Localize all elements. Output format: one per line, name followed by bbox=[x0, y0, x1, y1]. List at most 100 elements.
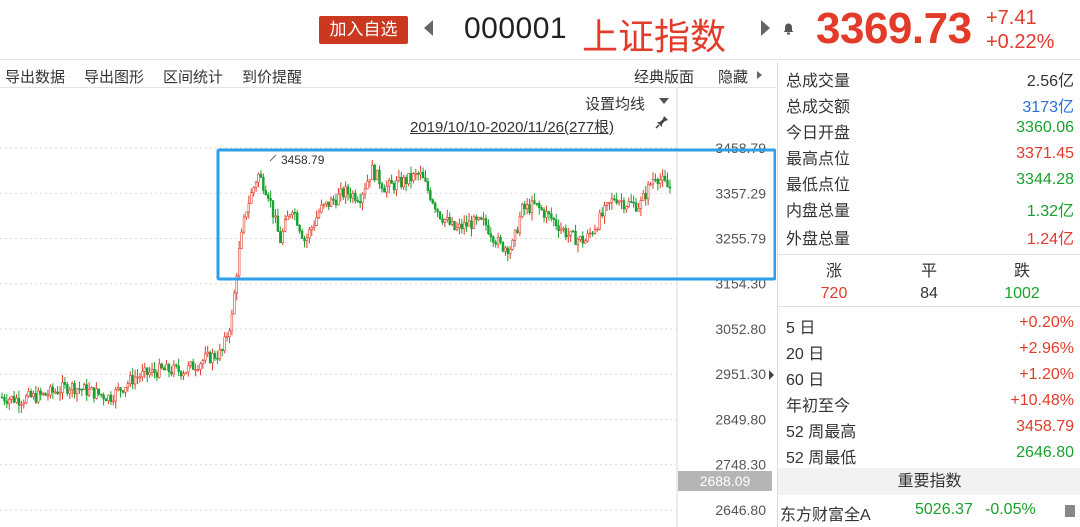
pin-icon[interactable] bbox=[655, 115, 669, 129]
candle-body bbox=[85, 384, 88, 396]
candle-body bbox=[654, 179, 657, 181]
alert-bell-icon[interactable] bbox=[783, 23, 794, 35]
candle-body bbox=[225, 336, 229, 338]
candle-body bbox=[177, 365, 180, 372]
candle-body bbox=[397, 176, 401, 182]
candle-body bbox=[104, 398, 108, 402]
add-to-watchlist-button[interactable]: 加入自选 bbox=[319, 16, 408, 44]
candle-body bbox=[455, 226, 459, 230]
candle-body bbox=[637, 208, 640, 212]
candle-body bbox=[533, 200, 536, 204]
candle-body bbox=[632, 201, 635, 204]
candle-body bbox=[56, 391, 59, 395]
period-label: 52 周最高 bbox=[786, 424, 857, 441]
candle-body bbox=[262, 177, 265, 191]
candle-body bbox=[162, 367, 166, 371]
candle-body bbox=[489, 233, 493, 238]
candle-body bbox=[129, 375, 132, 384]
candle-body bbox=[179, 371, 183, 377]
candle-body bbox=[237, 248, 241, 277]
candle-body bbox=[615, 199, 618, 204]
candle-body bbox=[358, 201, 362, 204]
candle-body bbox=[51, 386, 55, 393]
candle-body bbox=[494, 241, 497, 245]
quote-row: 外盘总量 1.24亿 bbox=[786, 222, 1074, 248]
candle-body bbox=[344, 186, 347, 198]
candle-body bbox=[421, 171, 425, 179]
candle-body bbox=[492, 236, 495, 243]
ma-dropdown-caret-icon[interactable] bbox=[659, 98, 669, 104]
candle-body bbox=[581, 235, 585, 244]
quote-header: 加入自选 000001 上证指数 3369.73 +7.41 +0.22% bbox=[0, 0, 1080, 60]
candle-body bbox=[305, 237, 309, 242]
range-stats-button[interactable]: 区间统计 bbox=[163, 66, 223, 87]
candle-body bbox=[276, 215, 280, 232]
unchanged: 平 84 bbox=[879, 257, 979, 303]
highlight-box bbox=[216, 148, 776, 281]
candle-body bbox=[453, 221, 456, 230]
candle-body bbox=[87, 388, 91, 396]
candle-body bbox=[668, 186, 672, 189]
candle-body bbox=[479, 217, 483, 220]
quote-row: 总成交额 3173亿 bbox=[786, 90, 1074, 116]
current-price: 3369.73 bbox=[816, 4, 972, 53]
period-row: 5 日 +0.20% bbox=[786, 311, 1074, 337]
candle-body bbox=[518, 216, 522, 234]
kline-chart[interactable]: 3458.793357.293255.793154.303052.802951.… bbox=[0, 88, 776, 527]
scrollbar-thumb[interactable] bbox=[1065, 505, 1075, 517]
next-stock-arrow-icon[interactable] bbox=[761, 20, 770, 36]
hide-panel-button[interactable]: 隐藏 bbox=[718, 66, 748, 87]
candle-body bbox=[39, 390, 42, 395]
candle-body bbox=[412, 173, 415, 182]
candle-body bbox=[310, 227, 313, 231]
candle-body bbox=[351, 192, 355, 199]
candle-body bbox=[322, 203, 326, 206]
candle-body bbox=[44, 392, 47, 396]
export-chart-button[interactable]: 导出图形 bbox=[84, 66, 144, 87]
candle-body bbox=[562, 228, 565, 230]
candle-body bbox=[354, 192, 357, 201]
max-label: 3458.79 bbox=[281, 153, 325, 167]
period-label: 60 日 bbox=[786, 372, 825, 389]
index-name: 东方财富全A bbox=[780, 507, 871, 524]
candle-body bbox=[646, 183, 650, 200]
unchanged-label: 平 bbox=[920, 263, 937, 280]
candle-body bbox=[366, 181, 369, 190]
candle-body bbox=[523, 203, 526, 210]
candle-body bbox=[24, 395, 28, 404]
candle-body bbox=[508, 249, 512, 254]
candle-body bbox=[286, 215, 289, 221]
candle-body bbox=[387, 180, 391, 187]
candle-body bbox=[102, 394, 105, 400]
classic-layout-button[interactable]: 经典版面 bbox=[634, 66, 694, 87]
y-tick-label: 3255.79 bbox=[715, 231, 766, 247]
candle-body bbox=[409, 172, 413, 182]
candle-body bbox=[281, 230, 284, 244]
candle-body bbox=[484, 218, 488, 226]
candle-body bbox=[634, 202, 638, 212]
candle-body bbox=[426, 181, 430, 191]
expand-arrow-icon[interactable] bbox=[757, 71, 762, 79]
previous-stock-arrow-icon[interactable] bbox=[424, 20, 433, 36]
candle-body bbox=[651, 179, 655, 185]
period-label: 年初至今 bbox=[786, 398, 851, 415]
candle-body bbox=[194, 369, 197, 371]
price-alert-button[interactable]: 到价提醒 bbox=[242, 66, 302, 87]
candle-body bbox=[90, 387, 93, 390]
candle-body bbox=[538, 203, 541, 208]
candle-body bbox=[443, 218, 447, 223]
important-index-row[interactable]: 东方财富全A 5026.37 -0.05% bbox=[778, 496, 1080, 527]
candle-body bbox=[402, 177, 405, 188]
candle-body bbox=[298, 224, 301, 232]
candle-body bbox=[191, 361, 195, 370]
ma-settings-button[interactable]: 设置均线 bbox=[585, 93, 645, 114]
candle-body bbox=[666, 180, 669, 188]
candle-body bbox=[467, 220, 471, 227]
candle-body bbox=[257, 173, 260, 183]
period-row: 20 日 +2.96% bbox=[786, 337, 1074, 363]
candle-body bbox=[576, 239, 580, 246]
candle-body bbox=[288, 214, 292, 217]
candle-body bbox=[504, 247, 507, 252]
export-data-button[interactable]: 导出数据 bbox=[5, 66, 65, 87]
candle-body bbox=[482, 218, 485, 220]
